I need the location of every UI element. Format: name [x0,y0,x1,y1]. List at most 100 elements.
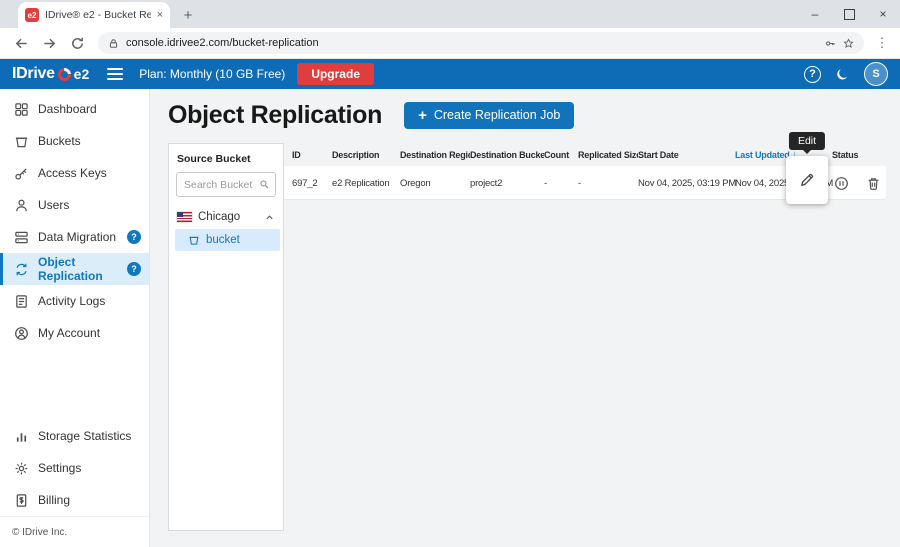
source-bucket-panel: Source Bucket Chicago [168,143,284,531]
window-maximize-button[interactable] [832,0,866,28]
sidebar-item-storage-statistics[interactable]: Storage Statistics [0,420,149,452]
us-flag-icon [177,212,192,222]
column-header-status: Status [832,150,886,160]
sidebar-item-label: Users [38,198,69,212]
sidebar-item-label: Billing [38,493,70,507]
browser-toolbar: console.idrivee2.com/bucket-replication … [0,28,900,59]
cell-description: e2 Replication [332,178,400,189]
sidebar-spacer [0,349,149,420]
maximize-icon [844,9,855,20]
column-header-description: Description [332,150,400,160]
sidebar-item-users[interactable]: Users [0,189,149,221]
row-actions: Edit [832,166,886,200]
logo-swirl-icon [55,65,73,83]
document-icon [14,294,29,309]
sidebar-item-activity-logs[interactable]: Activity Logs [0,285,149,317]
create-button-label: Create Replication Job [434,108,560,122]
column-header-start-date: Start Date [638,150,735,160]
user-icon [14,198,29,213]
table-row[interactable]: 697_2 e2 Replication Oregon project2 - -… [284,166,886,200]
bar-chart-icon [14,429,29,444]
logo-suffix: e2 [74,66,90,82]
create-replication-job-button[interactable]: + Create Replication Job [404,102,574,129]
upgrade-button[interactable]: Upgrade [297,63,374,85]
sidebar-item-label: My Account [38,326,100,340]
bucket-icon [188,234,200,246]
menu-hamburger-icon[interactable] [107,68,123,80]
forward-button[interactable] [36,30,62,56]
sidebar-item-data-migration[interactable]: Data Migration ? [0,221,149,253]
forward-icon [42,36,57,51]
bucket-name: bucket [206,234,240,246]
browser-menu-icon[interactable]: ⋮ [872,30,892,56]
sidebar-item-settings[interactable]: Settings [0,452,149,484]
sidebar-item-label: Data Migration [38,230,116,244]
bucket-icon [14,134,29,149]
sidebar-item-label: Settings [38,461,81,475]
window-minimize-button[interactable]: – [798,0,832,28]
column-header-replicated-size: Replicated Size [578,150,638,160]
dark-mode-moon-icon[interactable] [835,67,850,82]
main-content: Object Replication + Create Replication … [150,89,900,547]
sidebar-item-access-keys[interactable]: Access Keys [0,157,149,189]
source-bucket-header: Source Bucket [169,144,283,172]
cell-count: - [544,178,578,189]
column-header-destination-region: Destination Region [400,150,470,160]
sidebar-item-dashboard[interactable]: Dashboard [0,93,149,125]
cell-start-date: Nov 04, 2025, 03:19 PM [638,178,735,189]
refresh-icon [70,36,85,51]
tab-close-icon[interactable]: × [157,9,163,21]
sidebar-item-label: Dashboard [38,102,97,116]
column-header-count: Count [544,150,578,160]
password-key-icon[interactable] [825,38,836,49]
page-title: Object Replication [168,101,382,130]
bookmark-star-icon[interactable] [843,38,854,49]
sidebar-item-my-account[interactable]: My Account [0,317,149,349]
url-text[interactable]: console.idrivee2.com/bucket-replication [126,37,818,49]
bucket-search-input[interactable] [182,178,256,192]
browser-window: e2 IDrive® e2 - Bucket Replication × + –… [0,0,900,547]
cell-destination-bucket: project2 [470,178,544,189]
gear-icon [14,461,29,476]
app-header: IDrive e2 Plan: Monthly (10 GB Free) Upg… [0,59,900,89]
copyright-text: © IDrive Inc. [0,516,149,547]
sidebar-item-billing[interactable]: Billing [0,484,149,516]
back-button[interactable] [8,30,34,56]
sidebar-item-label: Activity Logs [38,294,105,308]
window-close-button[interactable]: × [866,0,900,28]
delete-trash-icon[interactable] [866,176,881,191]
browser-titlebar: e2 IDrive® e2 - Bucket Replication × + –… [0,0,900,28]
replication-arrows-icon [14,262,29,277]
logo-text: IDrive [12,65,55,83]
bucket-list-item[interactable]: bucket [175,229,280,251]
sidebar-item-label: Access Keys [38,166,107,180]
pause-icon[interactable] [834,176,849,191]
region-label: Chicago [198,211,240,223]
help-icon[interactable]: ? [804,66,821,83]
browser-tab[interactable]: e2 IDrive® e2 - Bucket Replication × [18,2,170,28]
last-updated-label: Last Updated [735,150,790,160]
replication-table: ID Description Destination Region Destin… [284,143,886,531]
cell-id: 697_2 [292,178,332,189]
cell-replicated-size: - [578,178,638,189]
bucket-search-box[interactable] [176,172,276,197]
user-avatar[interactable]: S [864,62,888,86]
chevron-up-icon[interactable] [264,212,275,223]
tab-favicon: e2 [25,8,39,22]
plus-icon: + [418,108,427,123]
address-bar[interactable]: console.idrivee2.com/bucket-replication [98,32,864,54]
dashboard-icon [14,102,29,117]
edit-action-popup[interactable]: Edit [786,156,828,204]
lock-icon[interactable] [108,38,119,49]
help-badge[interactable]: ? [127,262,141,276]
help-badge[interactable]: ? [127,230,141,244]
sidebar-item-object-replication[interactable]: Object Replication ? [0,253,149,285]
sidebar-item-buckets[interactable]: Buckets [0,125,149,157]
sidebar-item-label: Object Replication [38,255,118,283]
plan-label: Plan: Monthly (10 GB Free) [139,67,285,81]
refresh-button[interactable] [64,30,90,56]
region-chicago[interactable]: Chicago [169,206,283,228]
idrive-e2-logo[interactable]: IDrive e2 [12,65,89,83]
tab-title: IDrive® e2 - Bucket Replication [45,9,151,21]
new-tab-button[interactable]: + [178,5,198,25]
